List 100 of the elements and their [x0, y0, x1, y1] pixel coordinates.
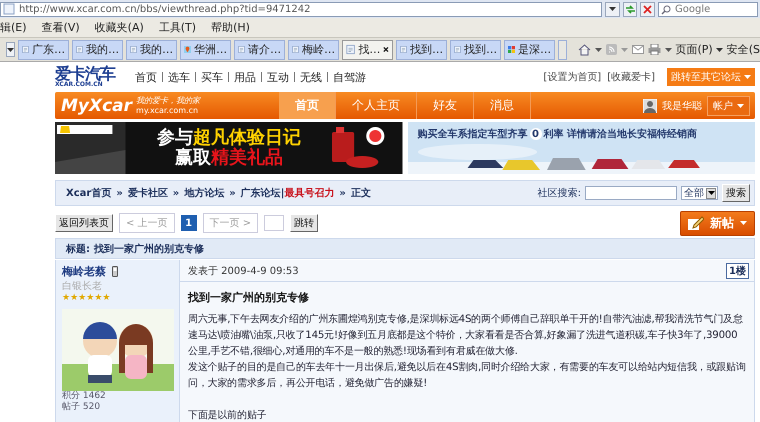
user-stat: 帖子 520 [62, 402, 102, 413]
command-button[interactable]: 页面(P) [676, 42, 723, 57]
page-icon [130, 44, 138, 55]
browser-tab[interactable]: 广东… [18, 40, 70, 60]
stop-button[interactable] [640, 2, 656, 16]
browser-tab[interactable]: 我的… [126, 40, 178, 60]
ad-text: 购买全车系指定车型齐享 [418, 127, 528, 141]
scope-dropdown[interactable]: 全部 [681, 186, 718, 200]
breadcrumb-link[interactable]: 广东论坛| [240, 186, 284, 200]
breadcrumb-separator: » [116, 188, 123, 198]
menu-item[interactable]: 辑(E) [0, 20, 27, 35]
post-paragraph: 下面是以前的贴子 [188, 408, 268, 422]
caret-icon [740, 221, 747, 225]
thread-title: 找到一家广州的别克专修 [94, 242, 204, 256]
close-icon[interactable] [383, 46, 390, 53]
refresh-icon [624, 4, 636, 14]
mail-icon[interactable] [632, 45, 644, 54]
nav-link[interactable]: 自驾游 [333, 70, 366, 84]
nav-link[interactable]: 无线 [300, 70, 322, 84]
menu-item[interactable]: 帮助(H) [211, 20, 250, 35]
author-name[interactable]: 梅岭老蔡 [62, 264, 106, 279]
ad-headline: 参与超凡体验日记 [156, 128, 301, 148]
browser-tab[interactable]: 是深… [504, 40, 556, 60]
page-icon [238, 44, 246, 55]
address-field[interactable]: http://www.xcar.com.cn/bbs/viewthread.php?tid=9471242 [0, 2, 602, 16]
colored-squares-icon [508, 44, 516, 55]
close-icon [643, 4, 652, 14]
page-icon [22, 44, 30, 55]
browser-tab[interactable]: 华洲… [180, 40, 232, 60]
breadcrumb-link[interactable]: 爱卡社区 [128, 186, 168, 200]
search-label: 社区搜索: [538, 186, 581, 200]
breadcrumb-separator: » [172, 188, 180, 198]
search-field[interactable]: Google [658, 2, 758, 16]
breadcrumb-current: 正文 [350, 186, 371, 200]
menu-item[interactable]: 查看(V) [42, 20, 80, 35]
browser-tab[interactable]: 找… [342, 40, 394, 60]
nav-link[interactable]: 互动 [267, 70, 289, 84]
tab-list-button[interactable] [6, 42, 16, 57]
caret-icon [716, 48, 723, 52]
user-stat: 积分 1462 [62, 391, 107, 402]
ad-banner[interactable]: 购买全车系指定车型齐享 0 利率 详情请洽当地长安福特经销商 [408, 122, 755, 174]
caret-icon [737, 104, 744, 108]
slogan: 我的爱卡，我的家 [136, 96, 202, 106]
browser-tab[interactable]: 找到… [450, 40, 502, 60]
ad-headline: 赢取精美礼品 [174, 148, 283, 168]
back-to-list-button[interactable]: 返回列表页 [55, 214, 113, 232]
post-date: 发表于 2009-4-9 09:53 [188, 264, 299, 278]
page-input[interactable] [264, 215, 284, 231]
menu-item[interactable]: 工具(T) [158, 20, 196, 35]
caret-icon [708, 191, 714, 195]
map-pin-icon [184, 44, 192, 55]
post-paragraph: 周六无事,下午去网友介绍的广州东圃煌鸿别克专修,是深圳标远4S的两个师傅自己辞职单干开的!自带汽油滤,帮我清洗节气门及怠速马达\喷油嘴\油泵,只收了145元!好像到五月底都是这个特价，大家看看是否合算,好象漏了洗进气道积碳,车子快3年了,39000公里,手艺不错,很细心,对通用的车不是一般的熟悉!现场看到有君威在做大修. [188, 312, 744, 359]
browser-tab[interactable]: 梅岭… [288, 40, 340, 60]
browser-tab[interactable]: 找到… [396, 40, 448, 60]
search-field[interactable] [585, 186, 677, 200]
browser-tab[interactable]: 请介… [234, 40, 286, 60]
home-icon[interactable] [578, 44, 590, 56]
nav-link[interactable]: 首页 [135, 70, 157, 84]
breadcrumb-separator: » [339, 188, 346, 198]
rank-stars: ★★★★★★ [62, 293, 112, 303]
jump-button[interactable]: 跳转 [290, 214, 318, 232]
menu-item[interactable]: 收藏夹(A) [94, 20, 144, 35]
forum-slogan-link[interactable]: 最具号召力 [284, 186, 334, 200]
search-button[interactable]: 搜索 [722, 184, 750, 202]
caret-icon [594, 48, 602, 52]
post-title: 找到一家广州的别克专修 [186, 290, 310, 305]
avatar-icon[interactable] [643, 98, 657, 112]
page-icon [454, 44, 462, 55]
floor-number: 1楼 [726, 262, 749, 278]
ad-text: 利率 详情请洽当地长安福特经销商 [544, 127, 697, 141]
header-link[interactable]: [设置为首页] [543, 70, 602, 84]
page-icon [346, 44, 356, 55]
breadcrumb-separator: » [229, 188, 236, 198]
page-icon [292, 44, 300, 55]
caret-icon [744, 75, 751, 79]
caret-icon [620, 48, 628, 52]
page-icon [400, 44, 408, 55]
user-rank: 白银长老 [62, 280, 103, 293]
page-icon [76, 44, 84, 55]
header-link[interactable]: [收藏爱卡] [607, 70, 655, 84]
breadcrumb-link[interactable]: Xcar首页 [66, 186, 112, 200]
title-label: 标题: [66, 242, 90, 256]
nav-link[interactable]: 买车 [201, 70, 223, 84]
caret-icon [608, 7, 616, 11]
browser-tab[interactable]: 我的… [72, 40, 124, 60]
command-button[interactable]: 安全(S [726, 42, 760, 57]
caret-icon [664, 48, 672, 52]
dropdown-button[interactable] [605, 2, 620, 16]
breadcrumb-link[interactable]: 地方论坛 [184, 186, 224, 200]
pencil-icon [688, 216, 704, 230]
page-icon [3, 3, 15, 15]
domain-text: my.xcar.com.cn [136, 106, 200, 115]
caret-icon [7, 48, 14, 52]
page-number[interactable]: 1 [180, 215, 197, 231]
post-paragraph: 发这个贴子的目的是自己的车去年十一月出保后,避免以后在4S割肉,同时介绍给大家，有需要的车友可以给站内短信我，或跟贴询问，大家的需求多后，再公开电话，避免做广告的嫌疑! [188, 360, 746, 391]
nav-link[interactable]: 用品 [234, 70, 256, 84]
nav-link[interactable]: 选车 [168, 70, 190, 84]
ad-banner[interactable]: 参与超凡体验日记 赢取精美礼品 [55, 122, 402, 174]
print-icon[interactable] [648, 44, 660, 55]
phone-icon [112, 266, 118, 277]
